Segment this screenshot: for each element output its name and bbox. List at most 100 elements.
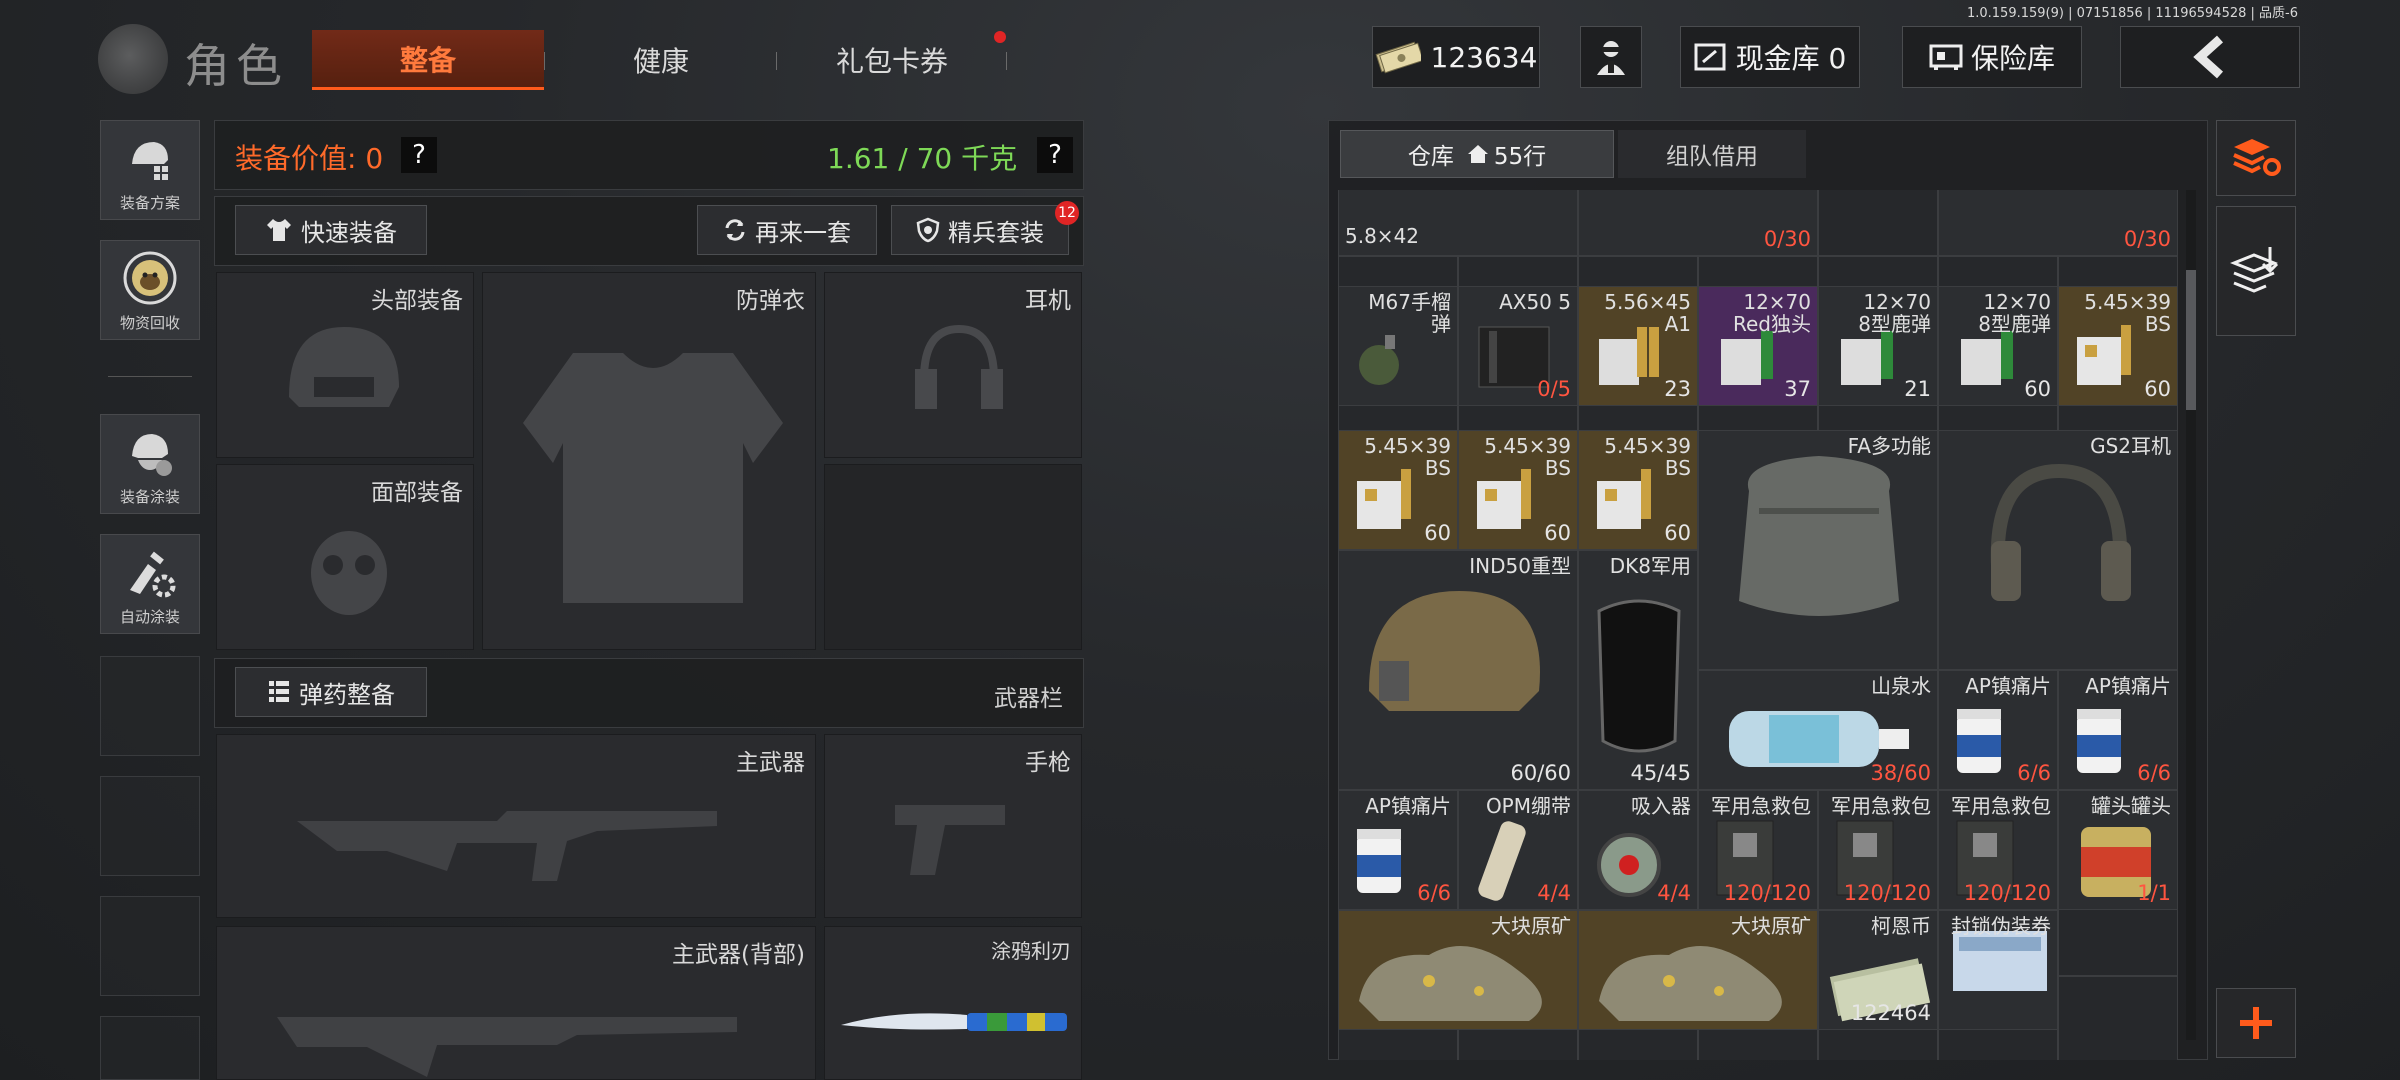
warehouse-item-ax50[interactable]: AX50 5 0/5: [1458, 286, 1578, 406]
item-count: 6/6: [2017, 761, 2051, 785]
slot-label: 主武器: [736, 750, 805, 776]
item-count: 0/30: [2123, 227, 2171, 251]
item-count: 6/6: [1417, 881, 1451, 905]
item-name: 5.56×45 A1: [1604, 290, 1691, 336]
warehouse-scrollbar-thumb[interactable]: [2186, 270, 2196, 410]
money-icon: [1375, 41, 1421, 74]
material-recycle-button[interactable]: 物资回收: [100, 240, 200, 340]
back-button[interactable]: [2120, 26, 2300, 88]
warehouse-item-deer8a[interactable]: 12×70 8型鹿弹 21: [1818, 286, 1938, 406]
tab-equipment[interactable]: 整备: [312, 30, 544, 90]
tab-team-borrow[interactable]: 组队借用: [1618, 130, 1806, 178]
notification-dot: [994, 31, 1006, 43]
primary-weapon-back-slot[interactable]: 主武器(背部): [216, 926, 816, 1080]
chevron-left-icon: [2193, 35, 2224, 79]
primary-weapon-slot[interactable]: 主武器: [216, 734, 816, 918]
warehouse-item-bs4[interactable]: 5.45×39 BS 60: [1578, 430, 1698, 550]
tab-gift-coupons[interactable]: 礼包卡券: [792, 30, 992, 90]
warehouse-item-sealed[interactable]: 封锁伪装券: [1938, 910, 2058, 1030]
agent-button[interactable]: [1580, 26, 1642, 88]
equipment-paint-button[interactable]: 装备涂装: [100, 414, 200, 514]
sidebar-label: 装备方案: [119, 194, 180, 212]
warehouse-item-kit2[interactable]: 军用急救包 120/120: [1818, 790, 1938, 910]
item-name: 12×70 8型鹿弹: [1978, 290, 2051, 336]
warehouse-item-red[interactable]: 12×70 Red独头 37: [1698, 286, 1818, 406]
warehouse-item-ap3[interactable]: AP镇痛片 6/6: [1338, 790, 1458, 910]
elite-set-button[interactable]: 精兵套装: [891, 205, 1069, 255]
item-name: 大块原矿: [1731, 914, 1811, 938]
tab-warehouse[interactable]: 仓库 55行: [1340, 130, 1614, 178]
warehouse-item-ore1[interactable]: 大块原矿: [1338, 910, 1578, 1030]
warehouse-item-dk8[interactable]: DK8军用 45/45: [1578, 550, 1698, 790]
equipment-summary-bar: 装备价值: 0 ? 1.61 / 70 千克 ?: [214, 120, 1084, 190]
sort-refresh-button[interactable]: [2216, 120, 2296, 196]
item-count: 60: [1544, 521, 1571, 545]
item-name: IND50重型: [1469, 554, 1571, 578]
warehouse-item-opm[interactable]: OPM绷带 4/4: [1458, 790, 1578, 910]
item-name: 12×70 8型鹿弹: [1858, 290, 1931, 336]
item-name: OPM绷带: [1485, 794, 1571, 818]
item-name: 罐头罐头: [2091, 794, 2171, 818]
warehouse-item-top-c6[interactable]: 0/30: [1938, 190, 2178, 256]
quick-equip-button[interactable]: 快速装备: [235, 205, 427, 255]
layers-refresh-icon: [2233, 139, 2281, 176]
equipment-plan-button[interactable]: 装备方案: [100, 120, 200, 220]
warehouse-item-ammo-58[interactable]: 5.8×42: [1338, 190, 1578, 256]
value-help-icon[interactable]: ?: [401, 137, 437, 173]
warehouse-item-bs3[interactable]: 5.45×39 BS 60: [1458, 430, 1578, 550]
warehouse-item-ind50[interactable]: IND50重型 60/60: [1338, 550, 1578, 790]
money-display: 123634: [1372, 26, 1540, 88]
head-gear-slot[interactable]: 头部装备: [216, 272, 474, 458]
tab-health[interactable]: 健康: [566, 30, 756, 90]
item-name: 山泉水: [1871, 674, 1931, 698]
empty-grid-cell: [2058, 976, 2178, 1060]
cash-vault-button[interactable]: 现金库 0: [1680, 26, 1860, 88]
item-count: 45/45: [1630, 761, 1691, 785]
ammo-prep-button[interactable]: 弹药整备: [235, 667, 427, 717]
warehouse-item-ore2[interactable]: 大块原矿: [1578, 910, 1818, 1030]
warehouse-item-kit3[interactable]: 军用急救包 120/120: [1938, 790, 2058, 910]
pistol-slot[interactable]: 手枪: [824, 734, 1082, 918]
warehouse-item-kit1[interactable]: 军用急救包 120/120: [1698, 790, 1818, 910]
headset-slot[interactable]: 耳机: [824, 272, 1082, 458]
item-count: 60: [1664, 521, 1691, 545]
face-gear-slot[interactable]: 面部装备: [216, 464, 474, 650]
warehouse-item-top-c3[interactable]: 0/30: [1578, 190, 1818, 256]
auto-paint-button[interactable]: 自动涂装: [100, 534, 200, 634]
add-button[interactable]: [2216, 988, 2296, 1058]
warehouse-item-coin[interactable]: 柯恩币 122464: [1818, 910, 1938, 1030]
warehouse-item-fa[interactable]: FA多功能: [1698, 430, 1938, 670]
knife-icon: [841, 1013, 1067, 1031]
again-button[interactable]: 再来一套: [697, 205, 877, 255]
equip-actions-bar: 快速装备 再来一套 精兵套装 12: [214, 196, 1084, 266]
warehouse-item-a1[interactable]: 5.56×45 A1 23: [1578, 286, 1698, 406]
plus-icon: [2240, 1007, 2272, 1039]
warehouse-item-ap1[interactable]: AP镇痛片 6/6: [1938, 670, 2058, 790]
item-count: 38/60: [1870, 761, 1931, 785]
layers-download-icon: [2230, 247, 2279, 293]
warehouse-item-bs2[interactable]: 5.45×39 BS 60: [1338, 430, 1458, 550]
ammo-prep-label: 弹药整备: [299, 680, 395, 709]
item-name: 大块原矿: [1491, 914, 1571, 938]
warehouse-item-gs2[interactable]: GS2耳机: [1938, 430, 2178, 670]
warehouse-item-deer8b[interactable]: 12×70 8型鹿弹 60: [1938, 286, 2058, 406]
stash-transfer-button[interactable]: [2216, 206, 2296, 336]
warehouse-scrollbar-track[interactable]: [2186, 190, 2196, 1040]
warehouse-item-bs1[interactable]: 5.45×39 BS 60: [2058, 286, 2178, 406]
weight-help-icon[interactable]: ?: [1037, 137, 1073, 173]
slot-label: 面部装备: [371, 480, 463, 506]
shirt-icon: [267, 219, 291, 241]
item-count: 120/120: [1843, 881, 1931, 905]
gear-plan-icon: [132, 142, 168, 180]
safe-button[interactable]: 保险库: [1902, 26, 2082, 88]
warehouse-item-can[interactable]: 罐头罐头 1/1: [2058, 790, 2178, 910]
warehouse-item-ap2[interactable]: AP镇痛片 6/6: [2058, 670, 2178, 790]
helmet-silhouette-icon: [289, 327, 399, 407]
warehouse-item-inhaler[interactable]: 吸入器 4/4: [1578, 790, 1698, 910]
body-armor-slot[interactable]: 防弹衣: [482, 272, 816, 650]
warehouse-item-m67[interactable]: M67手榴 弹: [1338, 286, 1458, 406]
warehouse-item-water[interactable]: 山泉水 38/60: [1698, 670, 1938, 790]
slot-label: 头部装备: [371, 288, 463, 314]
elite-set-label: 精兵套装: [948, 218, 1044, 247]
knife-slot[interactable]: 涂鸦利刃: [824, 926, 1082, 1080]
